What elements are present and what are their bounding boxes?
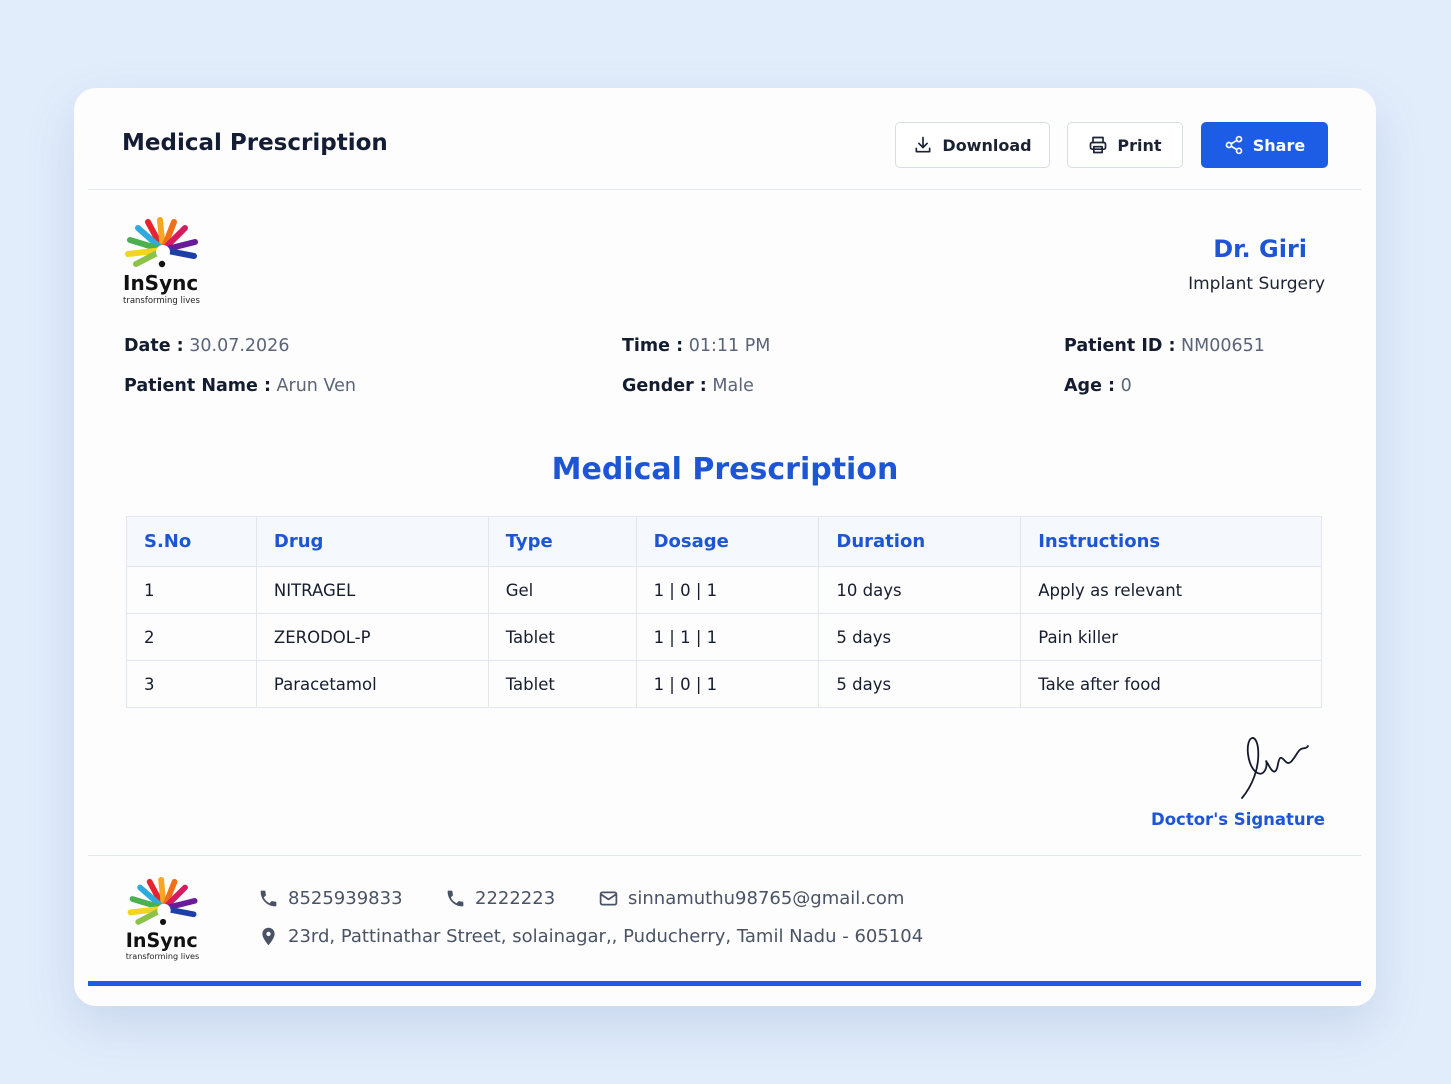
age-label: Age :: [1064, 376, 1116, 396]
cell-instructions: Take after food: [1020, 660, 1322, 708]
doctor-specialty: Implant Surgery: [1188, 274, 1325, 294]
cell-drug: NITRAGEL: [255, 566, 489, 614]
patient-id-label: Patient ID :: [1064, 336, 1176, 356]
share-label: Share: [1252, 135, 1306, 155]
patient-name-value: Arun Ven: [276, 376, 356, 396]
cell-dosage: 1 | 0 | 1: [635, 660, 820, 708]
cell-instructions: Apply as relevant: [1020, 566, 1322, 614]
svg-text:InSync: InSync: [126, 929, 198, 952]
signature-label: Doctor's Signature: [1151, 810, 1325, 829]
address-value: 23rd, Pattinathar Street, solainagar,, P…: [288, 926, 924, 947]
table-header-row: S.No Drug Type Dosage Duration Instructi…: [126, 516, 1322, 567]
cell-duration: 5 days: [818, 660, 1022, 708]
column-header-sno: S.No: [126, 516, 257, 567]
email-contact: sinnamuthu98765@gmail.com: [598, 888, 904, 909]
footer-accent-bar: [88, 981, 1361, 986]
prescription-card: Medical Prescription Download Print Shar…: [74, 88, 1376, 1006]
svg-text:transforming lives: transforming lives: [123, 296, 200, 306]
download-button[interactable]: Download: [895, 122, 1050, 168]
svg-text:InSync: InSync: [123, 271, 198, 295]
table-row: 1 NITRAGEL Gel 1 | 0 | 1 10 days Apply a…: [126, 566, 1322, 614]
location-pin-icon: [262, 927, 275, 946]
printer-icon: [1090, 136, 1107, 154]
table-row: 3 Paracetamol Tablet 1 | 0 | 1 5 days Ta…: [126, 660, 1322, 708]
phone-secondary: 2222223: [445, 888, 555, 909]
column-header-duration: Duration: [818, 516, 1022, 567]
time-label: Time :: [622, 336, 684, 356]
cell-drug: Paracetamol: [255, 660, 489, 708]
card-header: Medical Prescription Download Print Shar…: [88, 88, 1361, 190]
column-header-type: Type: [487, 516, 637, 567]
phone-icon: [260, 890, 277, 907]
cell-type: Tablet: [487, 613, 637, 661]
date-label: Date :: [124, 336, 184, 356]
cell-drug: ZERODOL-P: [255, 613, 489, 661]
share-icon: [1225, 135, 1243, 155]
gender-field: Gender : Male: [622, 376, 754, 396]
column-header-dosage: Dosage: [635, 516, 820, 567]
date-field: Date : 30.07.2026: [124, 336, 289, 356]
download-icon: [915, 136, 931, 153]
cell-instructions: Pain killer: [1020, 613, 1322, 661]
mail-icon: [599, 891, 618, 906]
cell-sno: 1: [126, 566, 257, 614]
cell-dosage: 1 | 1 | 1: [635, 613, 820, 661]
phone-primary: 8525939833: [258, 888, 403, 909]
clinic-logo: InSync transforming lives: [123, 217, 200, 306]
column-header-instructions: Instructions: [1020, 516, 1322, 567]
svg-text:transforming lives: transforming lives: [126, 951, 200, 961]
share-button[interactable]: Share: [1201, 122, 1328, 168]
time-field: Time : 01:11 PM: [622, 336, 770, 356]
download-label: Download: [942, 135, 1032, 155]
cell-duration: 10 days: [818, 566, 1022, 614]
footer-logo: InSync transforming lives: [126, 876, 200, 961]
phone-primary-value: 8525939833: [288, 888, 403, 909]
email-value: sinnamuthu98765@gmail.com: [628, 888, 905, 909]
footer-divider: [88, 855, 1361, 856]
cell-sno: 3: [126, 660, 257, 708]
cell-dosage: 1 | 0 | 1: [635, 566, 820, 614]
age-value: 0: [1120, 376, 1132, 396]
page-title: Medical Prescription: [122, 130, 388, 156]
cell-duration: 5 days: [818, 613, 1022, 661]
time-value: 01:11 PM: [688, 336, 771, 356]
phone-secondary-value: 2222223: [475, 888, 556, 909]
doctor-signature: [1241, 737, 1309, 799]
date-value: 30.07.2026: [189, 336, 290, 356]
table-row: 2 ZERODOL-P Tablet 1 | 1 | 1 5 days Pain…: [126, 613, 1322, 661]
gender-value: Male: [712, 376, 754, 396]
patient-id-field: Patient ID : NM00651: [1064, 336, 1265, 356]
gender-label: Gender :: [622, 376, 707, 396]
print-button[interactable]: Print: [1067, 122, 1183, 168]
cell-type: Tablet: [487, 660, 637, 708]
cell-sno: 2: [126, 613, 257, 661]
patient-name-field: Patient Name : Arun Ven: [124, 376, 356, 396]
cell-type: Gel: [487, 566, 637, 614]
column-header-drug: Drug: [255, 516, 489, 567]
address-contact: 23rd, Pattinathar Street, solainagar,, P…: [258, 926, 923, 947]
prescription-table: S.No Drug Type Dosage Duration Instructi…: [126, 516, 1322, 708]
print-label: Print: [1117, 135, 1162, 155]
prescription-title: Medical Prescription: [551, 452, 899, 487]
phone-icon: [447, 890, 464, 907]
doctor-name: Dr. Giri: [1213, 235, 1307, 263]
patient-name-label: Patient Name :: [124, 376, 271, 396]
age-field: Age : 0: [1064, 376, 1132, 396]
patient-id-value: NM00651: [1181, 336, 1265, 356]
